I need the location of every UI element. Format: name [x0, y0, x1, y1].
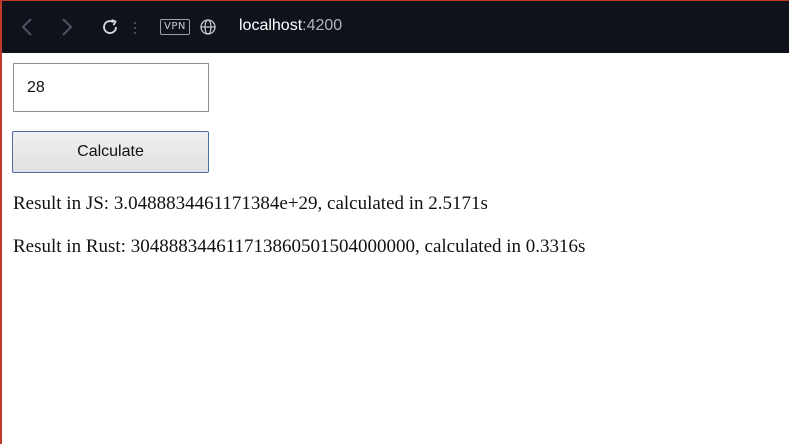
reload-icon: [103, 19, 117, 34]
more-icon[interactable]: [133, 21, 137, 35]
page-content: Calculate Result in JS: 3.04888344611713…: [0, 53, 789, 444]
browser-toolbar: VPN localhost:4200: [0, 0, 789, 53]
calculate-button[interactable]: Calculate: [12, 131, 209, 173]
globe-icon[interactable]: [199, 18, 217, 36]
back-button[interactable]: [14, 14, 40, 40]
reload-button[interactable]: [97, 14, 123, 40]
back-icon: [21, 18, 32, 36]
url-port: :4200: [302, 17, 343, 34]
url-host: localhost: [239, 17, 303, 34]
address-bar[interactable]: localhost:4200: [239, 17, 342, 35]
number-input[interactable]: [13, 63, 209, 112]
vpn-badge[interactable]: VPN: [160, 19, 190, 35]
result-js-text: Result in JS: 3.0488834461171384e+29, ca…: [13, 193, 488, 214]
forward-icon: [62, 18, 73, 36]
result-rust-text: Result in Rust: 304888344611713860501504…: [13, 236, 586, 257]
forward-button[interactable]: [54, 14, 80, 40]
